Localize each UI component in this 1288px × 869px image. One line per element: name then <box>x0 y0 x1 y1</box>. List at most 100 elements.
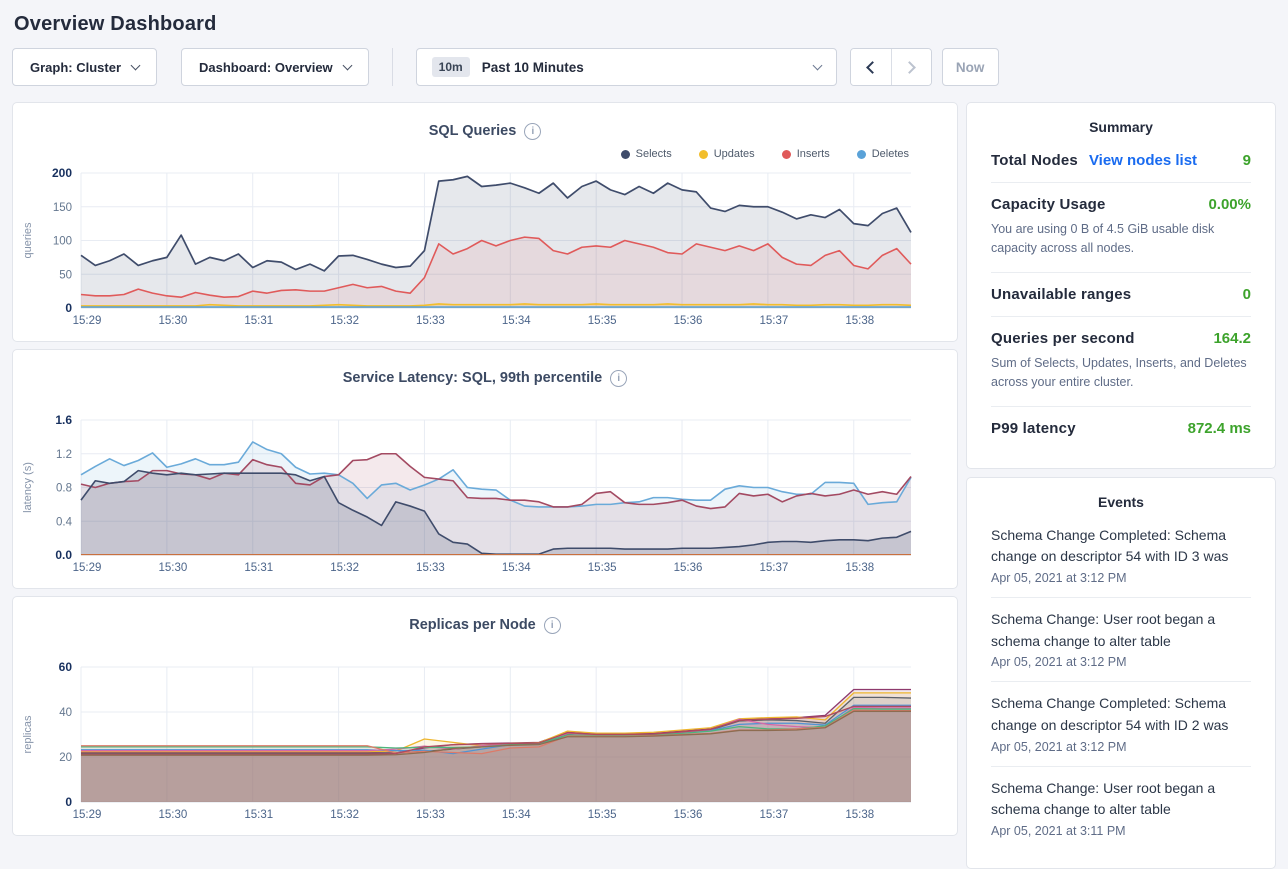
info-icon[interactable]: i <box>610 370 627 387</box>
prev-range-button[interactable] <box>851 49 891 85</box>
summary-rows: Total NodesView nodes list9Capacity Usag… <box>991 139 1251 450</box>
dashboard-dropdown-label: Dashboard: Overview <box>199 60 333 75</box>
page-title: Overview Dashboard <box>14 13 1274 36</box>
event-message: Schema Change Completed: Schema change o… <box>991 693 1251 736</box>
svg-text:queries: queries <box>22 222 34 259</box>
summary-value: 164.2 <box>1213 330 1251 347</box>
svg-text:15:32: 15:32 <box>330 315 359 327</box>
info-icon[interactable]: i <box>544 617 561 634</box>
svg-text:15:30: 15:30 <box>158 315 187 327</box>
legend-dot-icon <box>621 150 630 159</box>
svg-text:40: 40 <box>59 707 72 719</box>
legend-label: Selects <box>636 148 672 160</box>
svg-text:15:30: 15:30 <box>158 809 187 821</box>
toolbar: Graph: Cluster Dashboard: Overview 10m P… <box>0 38 1288 102</box>
summary-row: Unavailable ranges0 <box>991 272 1251 316</box>
svg-text:15:35: 15:35 <box>588 809 617 821</box>
svg-text:15:33: 15:33 <box>416 315 445 327</box>
event-message: Schema Change Completed: Schema change o… <box>991 525 1251 568</box>
replicas-per-node-chart[interactable]: 020406015:2915:3015:3115:3215:3315:3415:… <box>15 659 955 828</box>
svg-text:0.0: 0.0 <box>55 548 72 562</box>
summary-label: Capacity Usage <box>991 196 1106 213</box>
svg-text:15:38: 15:38 <box>845 315 874 327</box>
charts-column: SQL Queries i Selects Updates Inserts Delet… <box>12 102 958 869</box>
svg-text:15:36: 15:36 <box>674 562 703 574</box>
svg-text:15:38: 15:38 <box>845 562 874 574</box>
svg-text:0.8: 0.8 <box>56 483 72 495</box>
events-panel: Events Schema Change Completed: Schema c… <box>966 477 1276 869</box>
svg-text:15:33: 15:33 <box>416 562 445 574</box>
events-list: Schema Change Completed: Schema change o… <box>991 514 1251 851</box>
chart-plot[interactable]: 0.00.40.81.21.615:2915:3015:3115:3215:33… <box>15 412 955 576</box>
legend-item-inserts[interactable]: Inserts <box>782 148 830 160</box>
chart-title: Service Latency: SQL, 99th percentile <box>343 370 603 386</box>
service-latency-chart[interactable]: 0.00.40.81.21.615:2915:3015:3115:3215:33… <box>15 412 955 581</box>
chart-legend <box>15 390 955 412</box>
svg-text:15:29: 15:29 <box>73 562 102 574</box>
toolbar-divider <box>392 48 393 86</box>
event-message: Schema Change: User root began a schema … <box>991 778 1251 821</box>
legend-dot-icon <box>857 150 866 159</box>
chart-title: Replicas per Node <box>409 617 536 633</box>
chart-legend: Selects Updates Inserts Deletes <box>15 143 955 165</box>
legend-item-selects[interactable]: Selects <box>621 148 672 160</box>
chevron-down-icon <box>812 60 822 70</box>
legend-item-updates[interactable]: Updates <box>699 148 755 160</box>
event-timestamp: Apr 05, 2021 at 3:11 PM <box>991 824 1251 838</box>
sql-queries-panel: SQL Queries i Selects Updates Inserts Delet… <box>12 102 958 342</box>
legend-label: Inserts <box>797 148 830 160</box>
event-item[interactable]: Schema Change Completed: Schema change o… <box>991 681 1251 765</box>
legend-dot-icon <box>699 150 708 159</box>
summary-row: Capacity Usage 0.00% You are using 0 B of … <box>991 182 1251 272</box>
svg-text:latency (s): latency (s) <box>22 462 34 513</box>
summary-panel: Summary Total NodesView nodes list9Capac… <box>966 102 1276 469</box>
chart-plot[interactable]: 020406015:2915:3015:3115:3215:3315:3415:… <box>15 659 955 823</box>
legend-item-deletes[interactable]: Deletes <box>857 148 909 160</box>
svg-text:60: 60 <box>59 660 73 674</box>
graph-dropdown[interactable]: Graph: Cluster <box>12 48 157 86</box>
chart-plot[interactable]: 05010015020015:2915:3015:3115:3215:3315:… <box>15 165 955 329</box>
svg-text:15:32: 15:32 <box>330 562 359 574</box>
graph-dropdown-label: Graph: Cluster <box>30 60 121 75</box>
event-timestamp: Apr 05, 2021 at 3:12 PM <box>991 740 1251 754</box>
event-timestamp: Apr 05, 2021 at 3:12 PM <box>991 571 1251 585</box>
svg-text:100: 100 <box>53 236 72 248</box>
svg-text:20: 20 <box>59 752 72 764</box>
svg-text:0.4: 0.4 <box>56 516 73 528</box>
legend-label: Deletes <box>872 148 909 160</box>
sql-queries-chart[interactable]: 05010015020015:2915:3015:3115:3215:3315:… <box>15 165 955 334</box>
replicas-per-node-panel: Replicas per Node i 020406015:2915:3015:… <box>12 596 958 836</box>
event-item[interactable]: Schema Change Completed: Schema change o… <box>991 514 1251 597</box>
chart-head: SQL Queries i <box>15 103 955 143</box>
event-timestamp: Apr 05, 2021 at 3:12 PM <box>991 655 1251 669</box>
chart-title: SQL Queries <box>429 123 517 139</box>
svg-text:15:37: 15:37 <box>760 562 789 574</box>
event-item[interactable]: Schema Change: User root began a schema … <box>991 766 1251 850</box>
view-nodes-link[interactable]: View nodes list <box>1089 152 1197 169</box>
dashboard-dropdown[interactable]: Dashboard: Overview <box>181 48 369 86</box>
events-heading: Events <box>991 494 1251 510</box>
summary-value: 9 <box>1243 152 1251 169</box>
now-button[interactable]: Now <box>942 48 999 86</box>
legend-label: Updates <box>714 148 755 160</box>
svg-text:15:30: 15:30 <box>158 562 187 574</box>
chevron-down-icon <box>342 60 352 70</box>
svg-text:15:37: 15:37 <box>760 809 789 821</box>
svg-text:15:34: 15:34 <box>502 809 531 821</box>
summary-heading: Summary <box>991 119 1251 135</box>
event-item[interactable]: Schema Change: User root began a schema … <box>991 597 1251 681</box>
time-range-picker[interactable]: 10m Past 10 Minutes <box>416 48 837 86</box>
summary-value: 0.00% <box>1208 196 1251 213</box>
info-icon[interactable]: i <box>524 123 541 140</box>
chart-head: Replicas per Node i <box>15 597 955 637</box>
svg-text:50: 50 <box>59 269 72 281</box>
svg-text:15:34: 15:34 <box>502 562 531 574</box>
summary-note: Sum of Selects, Updates, Inserts, and De… <box>991 354 1251 393</box>
event-message: Schema Change: User root began a schema … <box>991 609 1251 652</box>
service-latency-panel: Service Latency: SQL, 99th percentile i … <box>12 349 958 589</box>
svg-text:0: 0 <box>65 795 72 809</box>
next-range-button[interactable] <box>891 49 931 85</box>
summary-note: You are using 0 B of 4.5 GiB usable disk… <box>991 220 1251 259</box>
summary-label: Queries per second <box>991 330 1135 347</box>
svg-text:150: 150 <box>53 202 72 214</box>
